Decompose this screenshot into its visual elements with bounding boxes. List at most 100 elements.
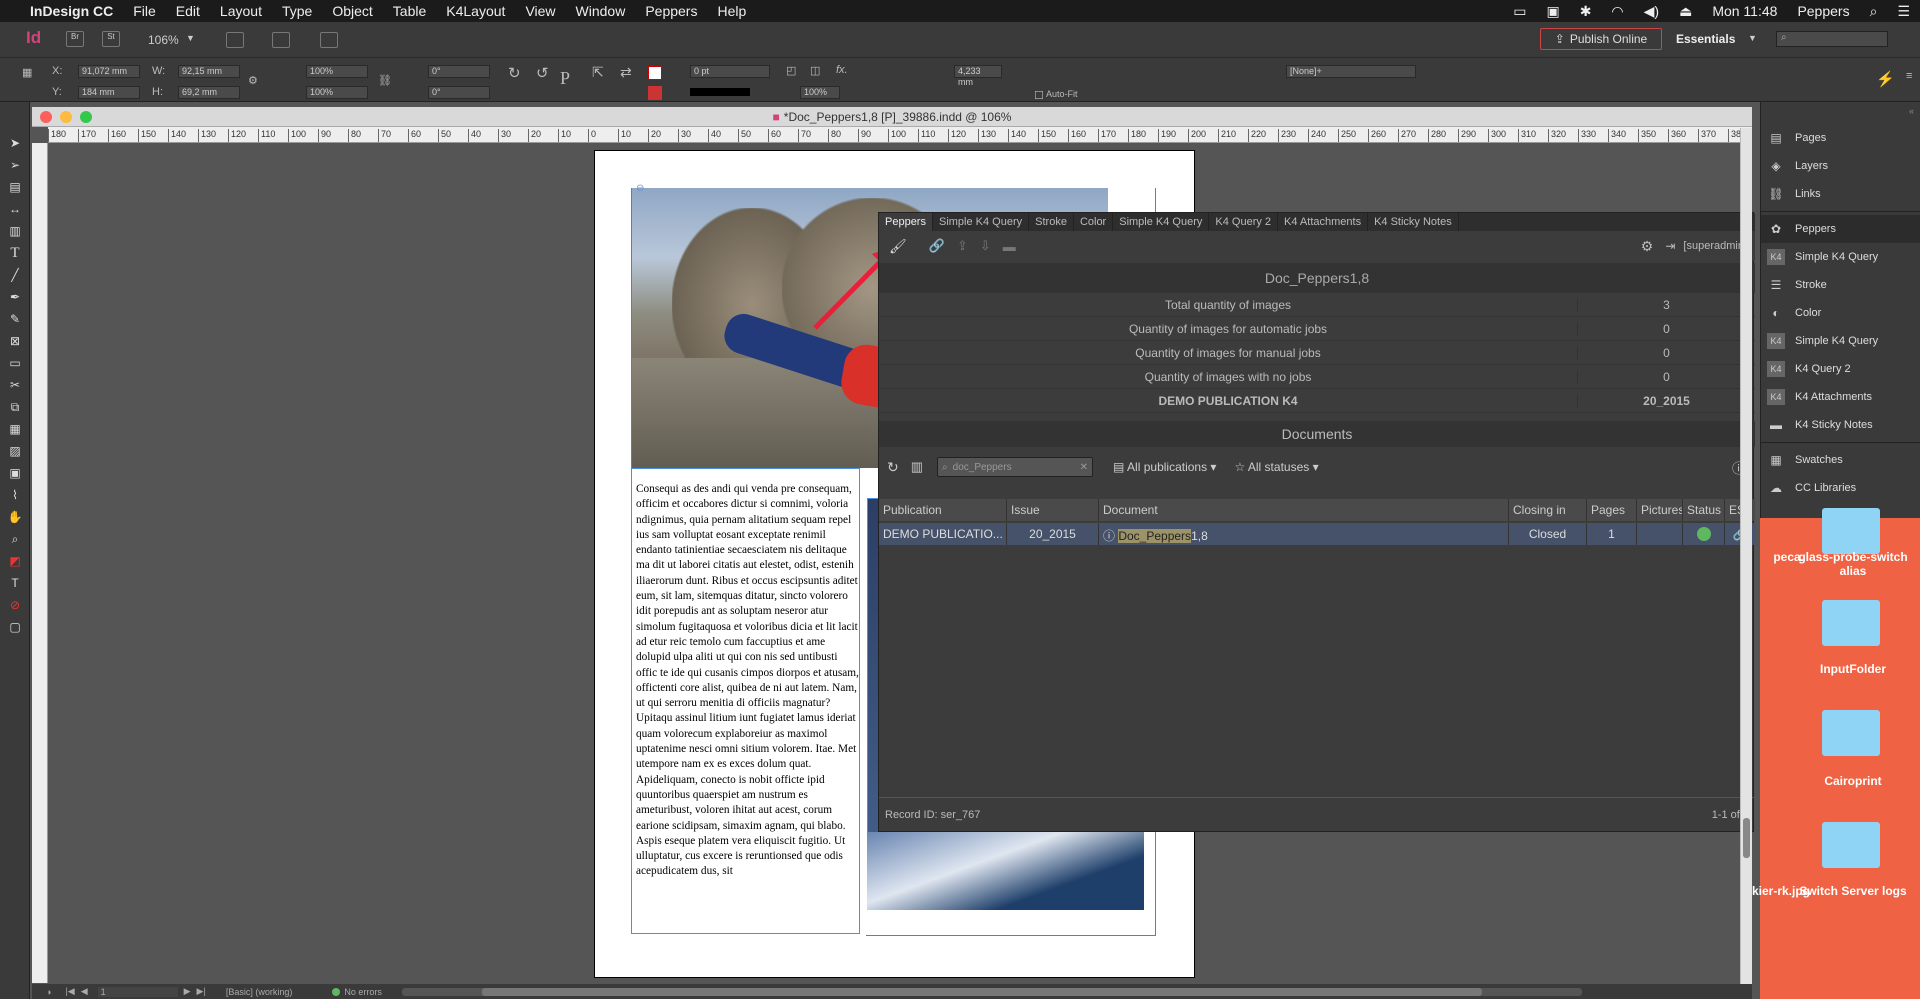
constrain-proportions-icon[interactable]: ⚙ xyxy=(248,74,258,87)
gradient-swatch-tool-icon[interactable]: ▦ xyxy=(0,418,30,440)
minimize-window-icon[interactable] xyxy=(60,111,72,123)
desktop-item-glass-probe[interactable]: glass-probe-switch alias xyxy=(1788,550,1918,578)
document-search-input[interactable]: ⌕ doc_Peppers ✕ xyxy=(937,457,1094,477)
menu-peppers[interactable]: Peppers xyxy=(635,3,707,19)
screen-mode-tool-icon[interactable]: ▢ xyxy=(0,616,30,638)
menu-k4layout[interactable]: K4Layout xyxy=(436,3,515,19)
col-publication[interactable]: Publication xyxy=(879,499,1007,521)
rectangle-frame-tool-icon[interactable]: ⊠ xyxy=(0,330,30,352)
menu-file[interactable]: File xyxy=(123,3,166,19)
publish-online-button[interactable]: ⇪ Publish Online xyxy=(1540,28,1662,50)
zoom-level[interactable]: 106% xyxy=(148,33,179,47)
col-issue[interactable]: Issue xyxy=(1007,499,1099,521)
menu-help[interactable]: Help xyxy=(707,3,756,19)
dock-cc-libraries[interactable]: ☁ CC Libraries xyxy=(1761,474,1920,502)
workspace-switcher[interactable]: Essentials xyxy=(1676,32,1735,46)
stock-icon[interactable]: St xyxy=(102,31,120,47)
working-style[interactable]: [Basic] (working) xyxy=(226,987,293,997)
notification-center-icon[interactable]: ☰ xyxy=(1887,3,1920,20)
scale-y-field[interactable]: 100% xyxy=(306,86,368,99)
download-icon[interactable]: ⇩ xyxy=(980,238,991,254)
gap-tool-icon[interactable]: ↔ xyxy=(0,198,30,220)
arrange-documents-icon[interactable] xyxy=(320,32,338,48)
gap-field[interactable]: 4,233 mm xyxy=(954,65,1002,87)
col-pages[interactable]: Pages xyxy=(1587,499,1637,521)
col-pictures[interactable]: Pictures xyxy=(1637,499,1683,521)
desktop-item-switch-server-logs[interactable]: Switch Server logs xyxy=(1788,884,1918,898)
content-collector-icon[interactable]: ▥ xyxy=(0,220,30,242)
x-position-field[interactable]: 91,072 mm xyxy=(78,65,140,78)
col-status[interactable]: Status xyxy=(1683,499,1725,521)
upload-icon[interactable]: ⇪ xyxy=(957,238,968,254)
dock-simple-k4-query-2[interactable]: K4 Simple K4 Query xyxy=(1761,327,1920,355)
free-transform-tool-icon[interactable]: ⧉ xyxy=(0,396,30,418)
screen-mode-icon[interactable] xyxy=(272,32,290,48)
fill-swatch[interactable] xyxy=(648,66,662,80)
wifi-icon[interactable]: ◠ xyxy=(1601,3,1633,20)
clock[interactable]: Mon 11:48 xyxy=(1702,3,1787,19)
eyedropper-tool-icon[interactable]: ⌇ xyxy=(0,484,30,506)
body-text[interactable]: Consequi as des andi qui venda pre conse… xyxy=(636,482,861,932)
vertical-ruler[interactable] xyxy=(32,143,48,983)
rotate-field[interactable]: 0° xyxy=(428,65,490,78)
brush-icon[interactable]: 🖌 xyxy=(889,238,907,255)
server-logs-folder-icon[interactable] xyxy=(1822,822,1880,868)
status-user-icon[interactable] xyxy=(1696,527,1711,541)
volume-icon[interactable]: ◀) xyxy=(1634,3,1669,20)
tab-color[interactable]: Color xyxy=(1074,213,1114,231)
select-container-icon[interactable]: ⇱ xyxy=(592,64,604,81)
first-page-icon[interactable]: |◀ xyxy=(65,986,74,997)
menu-type[interactable]: Type xyxy=(272,3,322,19)
link-scale-icon[interactable]: ⛓ xyxy=(378,74,392,87)
effects-icon[interactable]: fx. xyxy=(836,64,848,76)
dock-k4-attachments[interactable]: K4 K4 Attachments xyxy=(1761,383,1920,411)
previous-page-icon[interactable]: ◀ xyxy=(81,986,88,997)
dock-stroke[interactable]: ☰ Stroke xyxy=(1761,271,1920,299)
note-tool-icon[interactable]: ▣ xyxy=(0,462,30,484)
stroke-weight-field[interactable]: 0 pt xyxy=(690,65,770,78)
apply-none-icon[interactable]: ⊘ xyxy=(0,594,30,616)
link-icon[interactable]: 🔗 xyxy=(929,238,945,254)
publications-filter[interactable]: ▤ All publications ▾ xyxy=(1113,460,1216,474)
refresh-icon[interactable]: ↻ xyxy=(887,459,899,476)
page-number-field[interactable]: 1 xyxy=(97,986,178,997)
horizontal-scrollbar[interactable] xyxy=(401,987,1582,996)
desktop-item-cairoprint[interactable]: Cairoprint xyxy=(1788,774,1918,788)
vertical-scrollbar[interactable] xyxy=(1740,128,1752,984)
cairoprint-folder-icon[interactable] xyxy=(1822,710,1880,756)
display-icon[interactable]: ▣ xyxy=(1536,3,1569,20)
folder-icon[interactable]: ▬ xyxy=(1003,239,1016,254)
logout-icon[interactable]: ⇥ xyxy=(1665,239,1675,253)
rotate-ccw-icon[interactable]: ↺ xyxy=(536,64,549,82)
dock-peppers[interactable]: ✿ Peppers xyxy=(1761,215,1920,243)
menu-view[interactable]: View xyxy=(515,3,565,19)
hand-tool-icon[interactable]: ✋ xyxy=(0,506,30,528)
clear-search-icon[interactable]: ✕ xyxy=(1080,462,1088,473)
columns-icon[interactable]: ▥ xyxy=(911,459,923,475)
tab-peppers[interactable]: Peppers xyxy=(879,213,933,231)
scissors-tool-icon[interactable]: ✂ xyxy=(0,374,30,396)
workspace-dropdown-icon[interactable]: ▼ xyxy=(1748,33,1757,43)
screen-mirror-icon[interactable]: ▭ xyxy=(1503,3,1536,20)
drop-shadow-icon[interactable]: ◫ xyxy=(810,64,820,77)
tab-k4-query-2[interactable]: K4 Query 2 xyxy=(1209,213,1279,231)
last-page-icon[interactable]: ▶| xyxy=(197,986,206,997)
tab-k4-attachments[interactable]: K4 Attachments xyxy=(1278,213,1369,231)
menu-app-name[interactable]: InDesign CC xyxy=(20,3,123,19)
reference-point-icon[interactable]: ▦ xyxy=(22,66,32,79)
tab-simple-k4-query-2[interactable]: Simple K4 Query xyxy=(1113,213,1210,231)
menu-layout[interactable]: Layout xyxy=(210,3,272,19)
close-window-icon[interactable] xyxy=(40,111,52,123)
zoom-window-icon[interactable] xyxy=(80,111,92,123)
menu-user[interactable]: Peppers xyxy=(1787,3,1859,19)
col-closing[interactable]: Closing in xyxy=(1509,499,1587,521)
preflight-toggle-icon[interactable]: ◑ xyxy=(46,987,51,997)
col-document[interactable]: Document xyxy=(1099,499,1509,521)
zoom-dropdown-icon[interactable]: ▼ xyxy=(186,33,195,43)
input-folder-icon[interactable] xyxy=(1822,600,1880,646)
paragraph-icon[interactable]: P xyxy=(560,68,570,89)
stroke-type-preview[interactable] xyxy=(690,88,750,96)
direct-selection-tool-icon[interactable]: ➢ xyxy=(0,154,30,176)
object-style-select[interactable]: [None]+ xyxy=(1286,65,1416,78)
dock-k4-query-2[interactable]: K4 K4 Query 2 xyxy=(1761,355,1920,383)
